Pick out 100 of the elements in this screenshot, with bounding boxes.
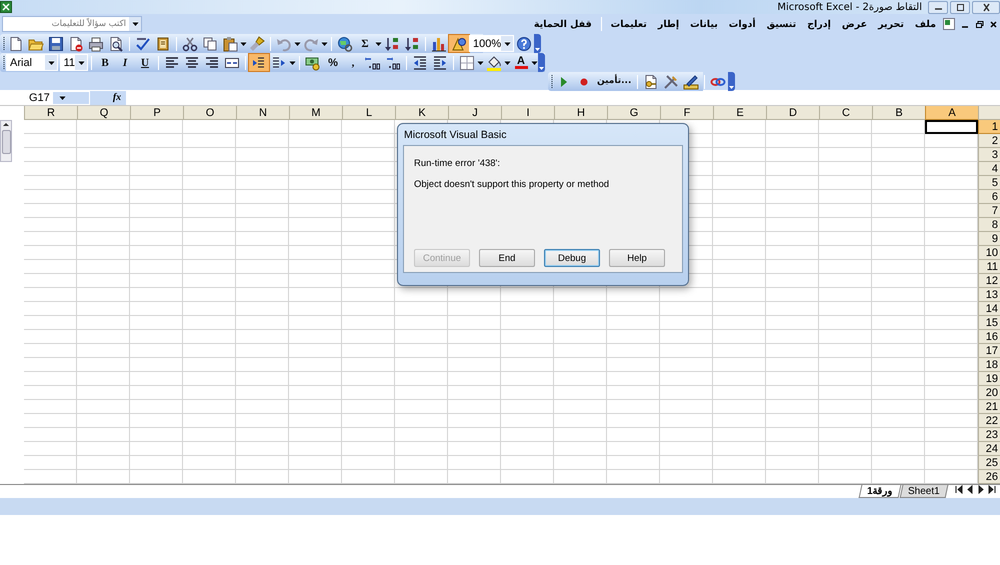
restore-icon[interactable] <box>954 2 966 12</box>
row-header[interactable]: 25 <box>978 456 1000 470</box>
column-header[interactable]: C <box>819 106 872 120</box>
caret-icon[interactable] <box>477 58 484 66</box>
minimize-button[interactable] <box>928 0 948 14</box>
document-key-icon[interactable] <box>643 74 660 90</box>
menu-item[interactable]: إدراج <box>802 18 836 30</box>
toolbar-options-button[interactable] <box>728 72 736 91</box>
percent-style-button[interactable]: % <box>323 54 343 71</box>
spelling-check-icon[interactable] <box>135 36 151 52</box>
row-header[interactable]: 6 <box>978 190 1000 204</box>
row-header[interactable]: 22 <box>978 414 1000 428</box>
menu-item[interactable]: تعليمات <box>606 18 652 30</box>
row-header[interactable]: 23 <box>978 428 1000 442</box>
globe-icon[interactable] <box>337 36 353 52</box>
close-icon[interactable] <box>989 20 998 28</box>
row-header[interactable]: 26 <box>978 470 1000 484</box>
close-button[interactable] <box>972 0 1000 14</box>
column-header[interactable]: I <box>501 106 554 120</box>
row-header[interactable]: 9 <box>978 232 1000 246</box>
currency-icon[interactable] <box>305 54 321 70</box>
align-center-icon[interactable] <box>184 54 200 70</box>
fill-bucket-icon[interactable] <box>486 54 502 70</box>
sheet-tab[interactable]: Sheet1 <box>900 485 948 498</box>
column-header[interactable]: N <box>236 106 289 120</box>
row-header[interactable]: 18 <box>978 358 1000 372</box>
toolbar-options-button[interactable] <box>538 53 545 72</box>
column-header[interactable]: D <box>766 106 819 120</box>
menu-item[interactable]: تنسيق <box>762 18 802 30</box>
column-header[interactable]: F <box>660 106 713 120</box>
print-preview-icon[interactable] <box>108 36 124 52</box>
previous-sheet-icon[interactable] <box>966 485 974 494</box>
toolbar-grip-icon[interactable] <box>2 35 6 52</box>
menu-item[interactable]: إطار <box>652 18 684 30</box>
sort-ascending-icon[interactable] <box>384 36 400 52</box>
column-header[interactable]: Q <box>77 106 130 120</box>
scissors-icon[interactable] <box>182 36 198 52</box>
row-header[interactable]: 20 <box>978 386 1000 400</box>
autosum-button[interactable]: Σ <box>355 35 375 52</box>
decrease-decimal-icon[interactable] <box>385 54 401 70</box>
caret-icon[interactable] <box>504 58 511 66</box>
menu-item[interactable]: أدوات <box>724 18 761 30</box>
pencil-ruler-icon[interactable] <box>683 74 700 90</box>
column-header[interactable]: G <box>607 106 660 120</box>
document-stop-icon[interactable] <box>68 36 84 52</box>
caret-icon[interactable] <box>59 94 66 102</box>
sheet-tab[interactable]: ورقة1 <box>858 485 901 498</box>
row-header[interactable]: 16 <box>978 330 1000 344</box>
bar-chart-icon[interactable] <box>431 36 447 52</box>
column-header[interactable]: E <box>713 106 766 120</box>
comma-style-button[interactable]: , <box>343 54 363 71</box>
row-header[interactable]: 24 <box>978 442 1000 456</box>
printer-icon[interactable] <box>88 36 104 52</box>
decrease-indent-icon[interactable] <box>412 54 428 70</box>
row-header[interactable]: 3 <box>978 148 1000 162</box>
font-size-combo[interactable]: 11 <box>60 54 88 71</box>
tools-icon[interactable] <box>663 74 680 90</box>
clipboard-icon[interactable] <box>222 36 238 52</box>
sort-descending-icon[interactable] <box>404 36 420 52</box>
new-document-icon[interactable] <box>8 36 24 52</box>
borders-icon[interactable] <box>459 54 475 70</box>
caret-icon[interactable] <box>289 58 296 66</box>
toolbar-grip-icon[interactable] <box>2 54 6 71</box>
increase-decimal-icon[interactable] <box>365 54 381 70</box>
row-header[interactable]: 21 <box>978 400 1000 414</box>
copy-icon[interactable] <box>202 36 218 52</box>
column-header[interactable]: A <box>925 106 978 120</box>
toolbar-grip-icon[interactable] <box>550 73 554 90</box>
row-header[interactable]: 15 <box>978 316 1000 330</box>
row-header[interactable]: 4 <box>978 162 1000 176</box>
book-icon[interactable] <box>155 36 171 52</box>
column-header[interactable]: M <box>289 106 342 120</box>
column-header[interactable]: J <box>448 106 501 120</box>
row-header[interactable]: 10 <box>978 246 1000 260</box>
row-header[interactable]: 13 <box>978 288 1000 302</box>
active-cell[interactable] <box>925 120 978 134</box>
brush-icon[interactable] <box>249 36 265 52</box>
close-icon[interactable] <box>980 2 992 12</box>
caret-icon[interactable] <box>504 40 511 48</box>
italic-button[interactable]: I <box>115 54 135 71</box>
dialog-button[interactable]: Debug <box>544 249 600 267</box>
last-sheet-icon[interactable] <box>988 485 996 494</box>
scrollbar-thumb[interactable] <box>2 130 10 154</box>
column-header[interactable]: K <box>395 106 448 120</box>
menu-item[interactable]: قفل الحماية <box>528 18 597 30</box>
dialog-button[interactable]: End <box>479 249 535 267</box>
row-header[interactable]: 5 <box>978 176 1000 190</box>
column-header[interactable]: P <box>130 106 183 120</box>
menu-item[interactable]: بيانات <box>685 18 723 30</box>
caret-icon[interactable] <box>48 58 55 66</box>
left-to-right-icon[interactable] <box>271 54 287 70</box>
caret-icon[interactable] <box>294 40 301 48</box>
column-header[interactable]: H <box>554 106 607 120</box>
font-color-button[interactable]: A <box>511 54 531 71</box>
column-header[interactable]: R <box>24 106 77 120</box>
row-header[interactable]: 17 <box>978 344 1000 358</box>
menu-item[interactable]: تحرير <box>873 18 909 30</box>
restore-icon[interactable] <box>975 20 984 28</box>
align-right-icon[interactable] <box>204 54 220 70</box>
scroll-up-icon[interactable] <box>2 121 10 128</box>
